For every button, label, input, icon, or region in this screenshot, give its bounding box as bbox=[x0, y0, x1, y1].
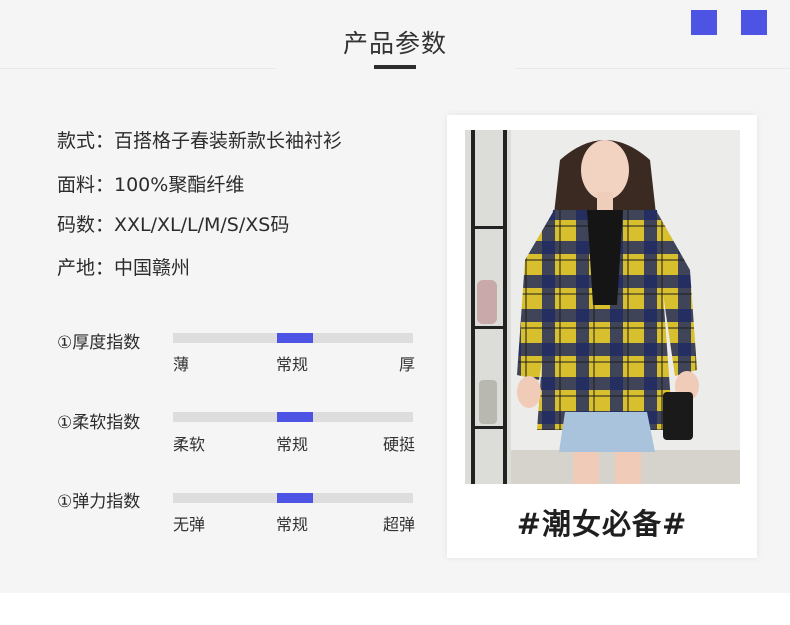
rating-high-label: 厚 bbox=[398, 355, 415, 374]
rating-low-label: 无弹 bbox=[173, 515, 206, 534]
rating-mid-label: 常规 bbox=[276, 435, 309, 454]
spec-fabric: 面料：100%聚酯纤维 bbox=[57, 174, 245, 196]
rating-bar-elasticity bbox=[173, 493, 413, 503]
rating-indicator bbox=[277, 493, 313, 503]
page-title: 产品参数 bbox=[342, 29, 447, 58]
rating-high-label: 超弹 bbox=[382, 515, 415, 534]
spec-style: 款式：百搭格子春装新款长袖衬衫 bbox=[57, 130, 343, 152]
rating-mid-label: 常规 bbox=[276, 515, 309, 534]
bottom-strip bbox=[0, 593, 790, 625]
rating-bar-thickness bbox=[173, 333, 413, 343]
rating-mid-label: 常规 bbox=[276, 355, 309, 374]
rating-low-label: 薄 bbox=[173, 355, 190, 374]
rating-bar-softness bbox=[173, 412, 413, 422]
decor-square bbox=[691, 10, 717, 35]
rating-high-label: 硬挺 bbox=[382, 435, 415, 454]
rating-label-thickness: ①厚度指数 bbox=[57, 333, 141, 353]
rating-indicator bbox=[277, 412, 313, 422]
rating-indicator bbox=[277, 333, 313, 343]
spec-sizes: 码数：XXL/XL/L/M/S/XS码 bbox=[57, 214, 290, 236]
product-caption: #潮女必备# bbox=[516, 507, 688, 541]
rating-label-softness: ①柔软指数 bbox=[57, 413, 141, 433]
rating-low-label: 柔软 bbox=[173, 435, 206, 454]
product-photo bbox=[465, 130, 740, 484]
product-card: #潮女必备# bbox=[447, 115, 757, 558]
spec-origin: 产地：中国赣州 bbox=[57, 257, 191, 279]
decor-square bbox=[741, 10, 767, 35]
title-underline bbox=[374, 65, 416, 69]
rating-label-elasticity: ①弹力指数 bbox=[57, 492, 141, 512]
